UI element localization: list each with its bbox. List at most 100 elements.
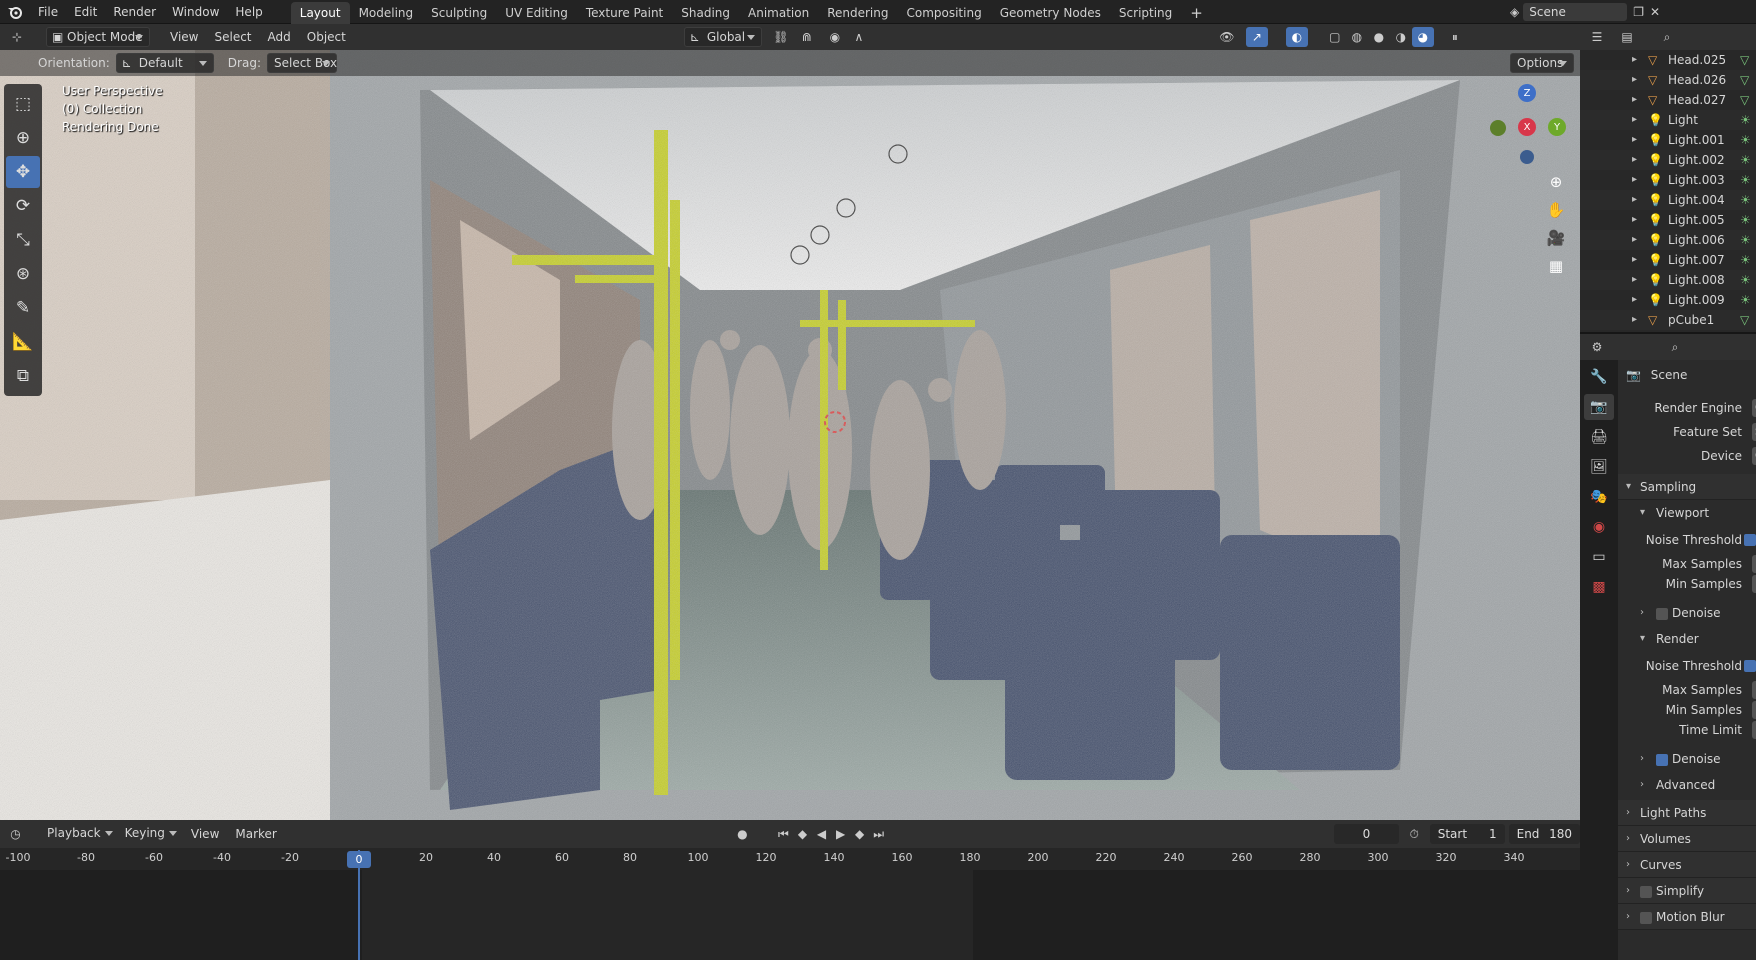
max-samples-field[interactable] (1752, 555, 1756, 573)
orientation-dropdown[interactable]: ⊾ Default (115, 53, 214, 73)
expand-arrow-icon[interactable]: ▸ (1632, 270, 1637, 290)
advanced-subpanel[interactable]: › Advanced (1618, 772, 1756, 798)
tool-tab-icon[interactable]: 🔧 (1584, 364, 1614, 390)
prev-keyframe-icon[interactable]: ◆ (793, 824, 812, 844)
navigation-gizmo[interactable]: Z X Y (1490, 84, 1570, 164)
outliner-item[interactable]: ▸ ▽ pCube1 ▽ (1580, 310, 1756, 330)
cursor-tool-icon[interactable]: ⊕ (6, 122, 40, 154)
play-icon[interactable]: ▶ (831, 824, 850, 844)
expand-arrow-icon[interactable]: ▸ (1632, 50, 1637, 70)
xray-icon[interactable]: ▢ (1324, 27, 1346, 47)
menu-window[interactable]: Window (164, 0, 227, 24)
gizmo-x-axis[interactable]: X (1518, 118, 1536, 136)
light-data-icon[interactable]: ☀ (1740, 270, 1751, 290)
outliner-item[interactable]: ▸ 💡 Light.003 ☀ (1580, 170, 1756, 190)
outliner-item[interactable]: ▸ 💡 Light.006 ☀ (1580, 230, 1756, 250)
properties-editor-icon[interactable]: ⚙ (1586, 337, 1608, 357)
pivot-icon[interactable]: ⛓ (770, 27, 792, 47)
camera-view-icon[interactable]: 🎥 (1542, 224, 1570, 252)
outliner-item[interactable]: ▸ 💡 Light.008 ☀ (1580, 270, 1756, 290)
play-reverse-icon[interactable]: ◀ (812, 824, 831, 844)
expand-arrow-icon[interactable]: ▸ (1632, 170, 1637, 190)
options-dropdown[interactable]: Options (1510, 53, 1574, 73)
timeline-area[interactable] (0, 870, 1580, 960)
mode-dropdown[interactable]: ▣ Object Mode (46, 27, 150, 47)
gizmo-y-axis[interactable]: Y (1548, 118, 1566, 136)
volumes-panel[interactable]: › Volumes (1618, 826, 1756, 852)
start-frame-field[interactable]: Start 1 (1429, 824, 1505, 844)
output-tab-icon[interactable]: 🖨 (1584, 424, 1614, 450)
timeline-editor-icon[interactable]: ◷ (6, 824, 25, 844)
properties-search-icon[interactable]: ⌕ (1664, 337, 1686, 357)
gizmo-neg-z[interactable] (1520, 150, 1534, 164)
scene-selector[interactable]: ◈ Scene ❐ ✕ (1510, 3, 1660, 21)
jump-end-icon[interactable]: ⏭ (869, 824, 888, 844)
mesh-data-icon[interactable]: ▽ (1740, 90, 1749, 110)
light-data-icon[interactable]: ☀ (1740, 130, 1751, 150)
mesh-data-icon[interactable]: ▽ (1740, 310, 1749, 330)
light-data-icon[interactable]: ☀ (1740, 290, 1751, 310)
outliner-item[interactable]: ▸ 💡 Light ☀ (1580, 110, 1756, 130)
menu-view[interactable]: View (162, 24, 206, 50)
record-icon[interactable]: ● (733, 824, 752, 844)
tab-layout[interactable]: Layout (290, 1, 350, 24)
menu-select[interactable]: Select (206, 24, 259, 50)
motion-blur-panel[interactable]: › Motion Blur (1618, 904, 1756, 930)
expand-arrow-icon[interactable]: ▸ (1632, 130, 1637, 150)
ortho-grid-icon[interactable]: ▦ (1542, 252, 1570, 280)
blender-logo-icon[interactable] (0, 5, 30, 19)
expand-arrow-icon[interactable]: ▸ (1632, 230, 1637, 250)
tab-compositing[interactable]: Compositing (897, 2, 990, 24)
falloff-icon[interactable]: ∧ (848, 27, 870, 47)
outliner-item[interactable]: ▸ 💡 Light.002 ☀ (1580, 150, 1756, 170)
collection-tab-icon[interactable]: ▭ (1584, 544, 1614, 570)
scale-tool-icon[interactable]: ⤡ (6, 224, 40, 256)
add-cube-tool-icon[interactable]: ⧉ (6, 360, 40, 392)
timeline-ruler[interactable]: -100 -80 -60 -40 -20 0 20 40 60 80 100 120 140 160 180… (0, 848, 1580, 870)
outliner-item[interactable]: ▸ 💡 Light.007 ☀ (1580, 250, 1756, 270)
3d-viewport[interactable] (0, 50, 1580, 820)
transform-orientation-dropdown[interactable]: ⊾ Global (683, 27, 762, 47)
annotate-tool-icon[interactable]: ✎ (6, 292, 40, 324)
outliner-item[interactable]: ▸ 💡 Light.004 ☀ (1580, 190, 1756, 210)
menu-file[interactable]: File (30, 0, 66, 24)
tab-rendering[interactable]: Rendering (818, 2, 897, 24)
end-frame-field[interactable]: End 180 (1508, 824, 1581, 844)
mesh-data-icon[interactable]: ▽ (1740, 70, 1749, 90)
render-denoise-checkbox[interactable] (1656, 753, 1668, 766)
editor-type-icon[interactable]: ⊹ (6, 27, 28, 47)
expand-arrow-icon[interactable]: ▸ (1632, 250, 1637, 270)
outliner-editor-icon[interactable]: ☰ (1586, 27, 1608, 47)
move-tool-icon[interactable]: ✥ (6, 156, 40, 188)
expand-arrow-icon[interactable]: ▸ (1632, 210, 1637, 230)
expand-arrow-icon[interactable]: ▸ (1632, 150, 1637, 170)
outliner-item[interactable]: ▸ ▽ Head.026 ▽ (1580, 70, 1756, 90)
scene-tab-icon[interactable]: 🎭 (1584, 484, 1614, 510)
keying-menu[interactable]: Keying (119, 824, 183, 844)
mesh-data-icon[interactable]: ▽ (1740, 50, 1749, 70)
render-tab-icon[interactable]: 📷 (1584, 394, 1614, 420)
measure-tool-icon[interactable]: 📐 (6, 326, 40, 358)
menu-help[interactable]: Help (227, 0, 270, 24)
menu-add[interactable]: Add (260, 24, 299, 50)
new-scene-icon[interactable]: ❐ (1633, 5, 1644, 19)
min-samples-field[interactable] (1752, 575, 1756, 593)
light-data-icon[interactable]: ☀ (1740, 210, 1751, 230)
wireframe-shading-icon[interactable]: ◍ (1346, 27, 1368, 47)
texture-tab-icon[interactable]: ▩ (1584, 574, 1614, 600)
pause-render-icon[interactable]: ⏸ (1444, 27, 1466, 47)
viewport-subpanel[interactable]: ▾ Viewport (1618, 500, 1756, 526)
tab-sculpting[interactable]: Sculpting (422, 2, 496, 24)
delete-scene-icon[interactable]: ✕ (1650, 5, 1660, 19)
pan-hand-icon[interactable]: ✋ (1542, 196, 1570, 224)
render-noise-threshold-checkbox[interactable] (1744, 660, 1756, 672)
transform-tool-icon[interactable]: ⊛ (6, 258, 40, 290)
select-box-icon[interactable]: ⬚ (6, 88, 40, 120)
tab-scripting[interactable]: Scripting (1110, 2, 1181, 24)
expand-arrow-icon[interactable]: ▸ (1632, 310, 1637, 330)
tab-modeling[interactable]: Modeling (350, 2, 423, 24)
outliner-item[interactable]: ▸ ▽ Head.025 ▽ (1580, 50, 1756, 70)
solid-shading-icon[interactable]: ● (1368, 27, 1390, 47)
overlay-toggle-icon[interactable]: ◐ (1285, 27, 1308, 47)
world-tab-icon[interactable]: ◉ (1584, 514, 1614, 540)
